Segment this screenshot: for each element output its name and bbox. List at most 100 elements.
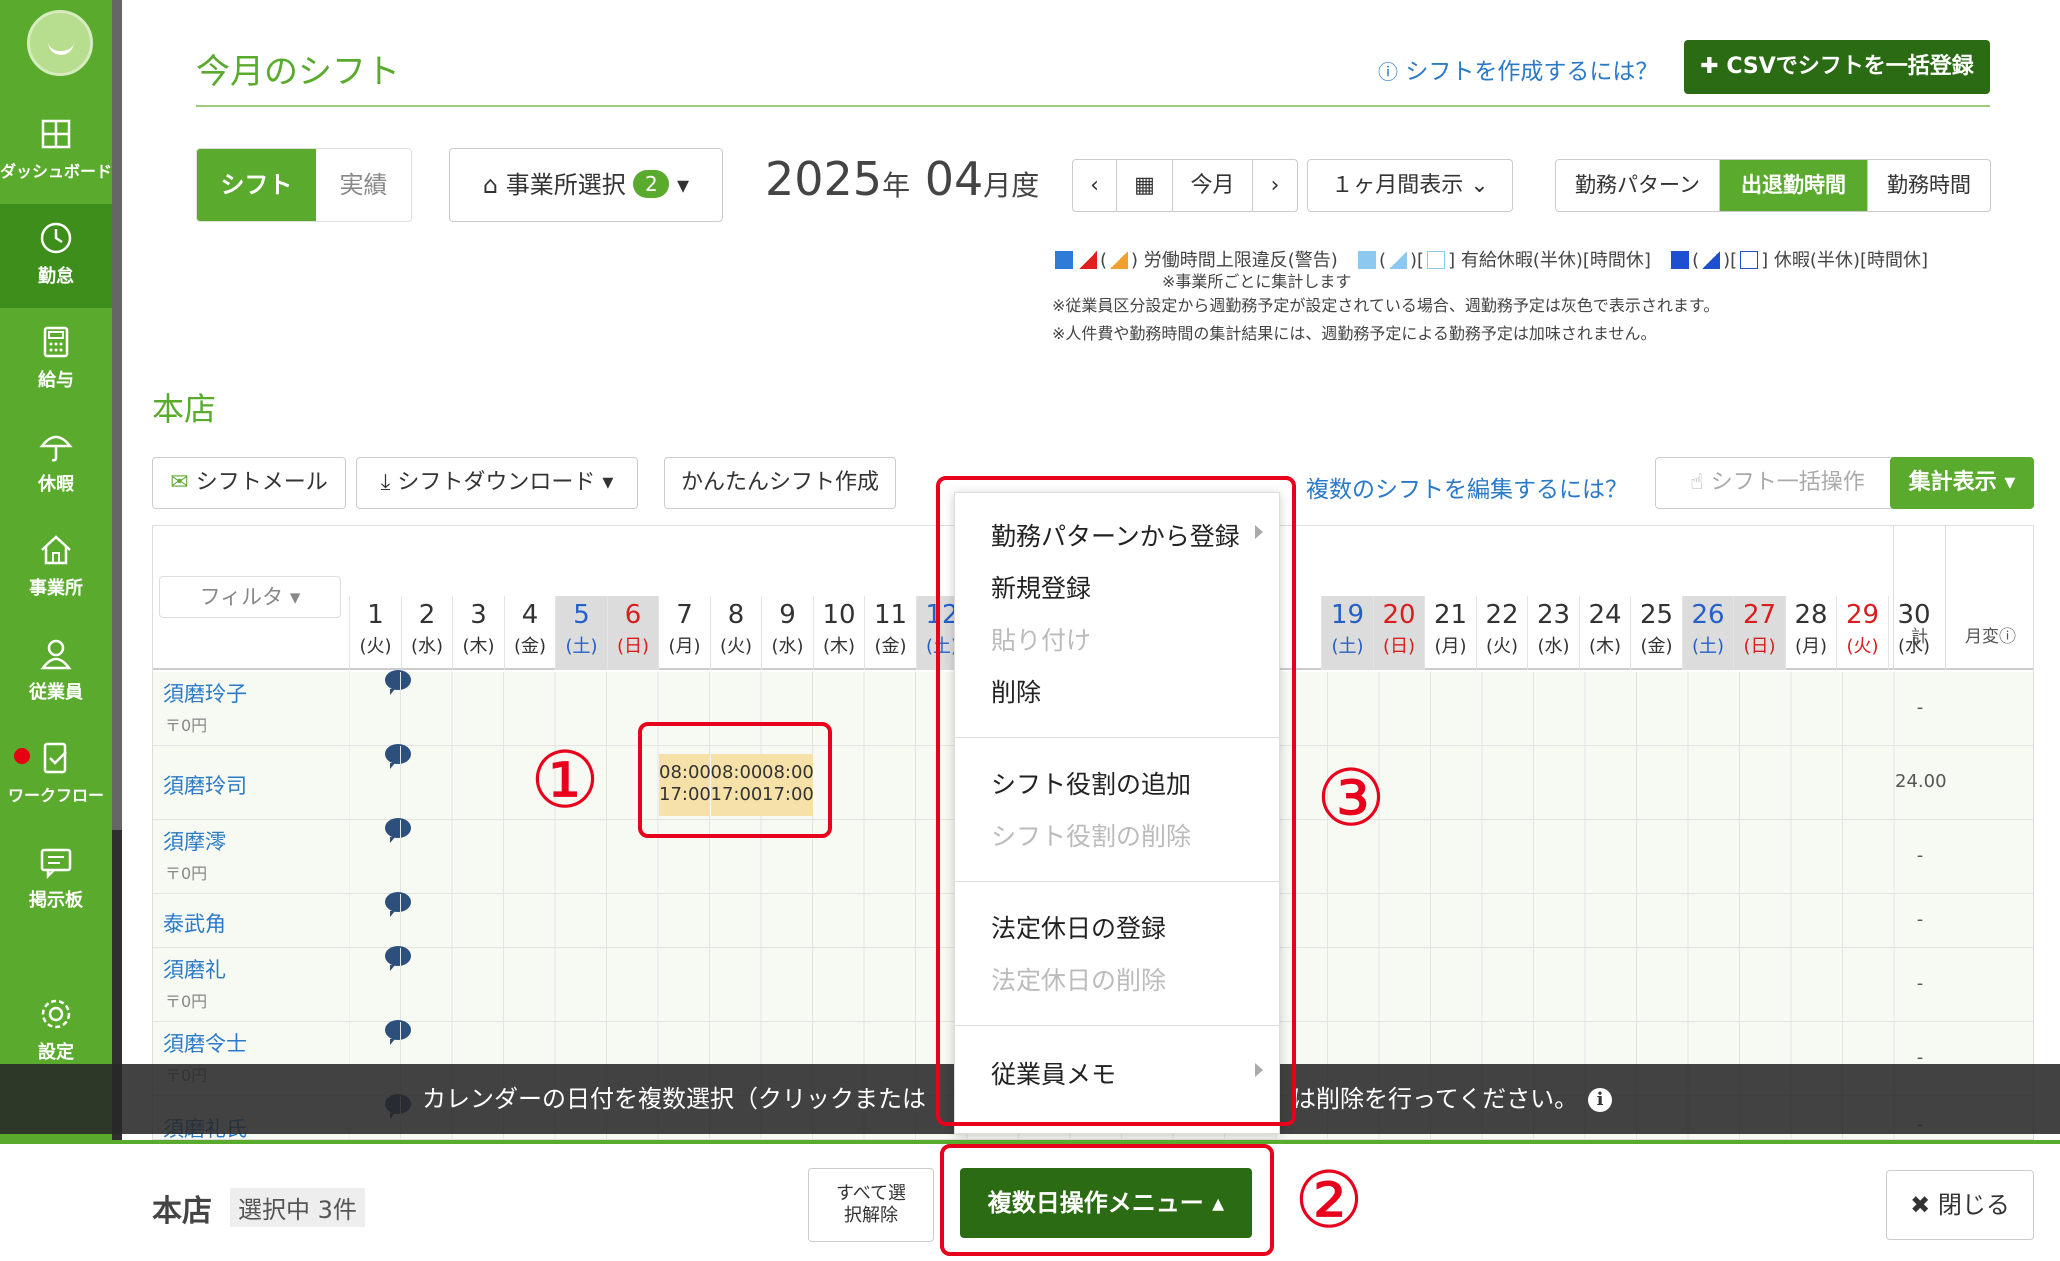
sidebar-item-payroll[interactable]: 給与 (0, 308, 112, 412)
calendar-icon[interactable]: ▦ (1117, 160, 1173, 211)
day-column-header[interactable]: 27 (日) (1733, 596, 1785, 670)
tab-actual[interactable]: 実績 (315, 149, 411, 221)
month-value: 04 (924, 152, 984, 206)
day-column-header[interactable]: 28 (月) (1784, 596, 1837, 670)
tab-shift[interactable]: シフト (197, 149, 316, 221)
tab-clock-times[interactable]: 出退勤時間 (1720, 160, 1868, 211)
day-column-header[interactable]: 7 (月) (658, 596, 710, 670)
annotation-number-2: ② (1294, 1156, 1364, 1246)
day-weekday: (日) (1743, 636, 1776, 657)
shift-download-button[interactable]: ⤓ シフトダウンロード ▾ (356, 457, 638, 509)
day-column-header[interactable]: 6 (日) (606, 596, 659, 670)
scroll-thumb[interactable] (112, 0, 122, 830)
notification-dot (14, 748, 30, 764)
close-button[interactable]: ✖ 閉じる (1886, 1170, 2034, 1240)
plus-icon: ✚ (1700, 54, 1719, 79)
day-column-header[interactable]: 10 (木) (812, 596, 865, 670)
day-column-header[interactable]: 21 (月) (1424, 596, 1476, 670)
this-month-button[interactable]: 今月 (1173, 160, 1253, 211)
day-column-header[interactable]: 25 (金) (1630, 596, 1682, 670)
sidebar-item-dashboard[interactable]: ダッシュボード (0, 100, 112, 204)
office-select-button[interactable]: ⌂ 事業所選択 2 ▾ (449, 148, 723, 222)
day-column-header[interactable]: 4 (金) (503, 596, 556, 670)
day-column-header[interactable]: 1 (火) (349, 596, 401, 670)
employee-name-link[interactable]: 泰武角 (163, 908, 226, 938)
star-icon (1055, 251, 1073, 269)
close-icon: ✖ (1910, 1191, 1931, 1219)
close-label: 閉じる (1937, 1191, 2010, 1219)
total-header-label: 計 (1911, 627, 1928, 647)
day-column-header[interactable]: 11 (金) (864, 596, 916, 670)
period-select-value: １ヶ月間表示 (1331, 173, 1464, 198)
bulk-operation-button[interactable]: ☝ シフト一括操作 (1655, 457, 1900, 509)
day-column-header[interactable]: 24 (木) (1578, 596, 1631, 670)
day-column-header[interactable]: 23 (水) (1527, 596, 1579, 670)
caret-down-icon: ▾ (602, 470, 614, 495)
sidebar-item-attendance[interactable]: 勤怠 (0, 204, 112, 308)
employee-name-link[interactable]: 須磨礼 (163, 954, 226, 984)
day-weekday: (火) (1846, 636, 1879, 657)
day-column-header[interactable]: 20 (日) (1372, 596, 1425, 670)
annotation-highlight-selected-cells (638, 722, 832, 838)
year-suffix: 年 (882, 169, 911, 202)
caret-down-icon: ▾ (2004, 470, 2016, 495)
day-weekday: (月) (1434, 636, 1467, 657)
filter-button[interactable]: フィルタ ▾ (159, 576, 341, 618)
note-labor-cost: ※人件費や勤務時間の集計結果には、週勤務予定による勤務予定は加味されません。 (1052, 324, 1657, 343)
sidebar-item-office[interactable]: 事業所 (0, 516, 112, 620)
info-icon[interactable]: ⓘ (1999, 627, 2016, 647)
multi-edit-help-link[interactable]: 複数のシフトを編集するには？ (1306, 470, 1628, 504)
hand-pointer-icon: ☝ (1690, 470, 1704, 495)
employee-name-link[interactable]: 須摩澪 (163, 826, 226, 856)
csv-import-button[interactable]: ✚ CSVでシフトを一括登録 (1684, 40, 1990, 94)
dashboard-icon (41, 119, 71, 149)
day-weekday: (土) (565, 636, 598, 657)
sidebar-item-workflow[interactable]: ワークフロー (0, 724, 112, 828)
sidebar-item-leave[interactable]: 休暇 (0, 412, 112, 516)
sidebar-item-employees[interactable]: 従業員 (0, 620, 112, 724)
employee-name-link[interactable]: 須磨玲子 (163, 678, 247, 708)
note-weekly-schedule: ※従業員区分設定から週勤務予定が設定されている場合、週勤務予定は灰色で表示されま… (1052, 296, 1720, 315)
employee-name-link[interactable]: 須磨令士 (163, 1028, 247, 1058)
prev-month-button[interactable]: ‹ (1073, 160, 1117, 211)
deselect-all-button[interactable]: すべて選択解除 (808, 1168, 934, 1242)
tab-work-hours[interactable]: 勤務時間 (1868, 160, 1990, 211)
tab-work-pattern[interactable]: 勤務パターン (1556, 160, 1720, 211)
day-column-header[interactable]: 9 (水) (761, 596, 813, 670)
day-number: 27 (1742, 600, 1777, 630)
total-column-header: 計 (1893, 526, 1945, 670)
day-number: 23 (1536, 600, 1571, 630)
sidebar-item-label: ワークフロー (7, 786, 104, 805)
day-column-header[interactable]: 29 (火) (1836, 596, 1888, 670)
app-logo[interactable] (27, 10, 93, 76)
day-number: 29 (1845, 600, 1880, 630)
easy-shift-button[interactable]: かんたんシフト作成 (664, 457, 896, 509)
office-count-badge: 2 (633, 170, 670, 198)
caret-down-icon: ▾ (289, 585, 301, 609)
selection-office: 本店 (152, 1194, 212, 1229)
banner-text-right-label: は削除を行ってください。 (1292, 1085, 1579, 1113)
day-column-header[interactable]: 26 (土) (1681, 596, 1734, 670)
bulletin-icon (40, 848, 72, 880)
period-select[interactable]: １ヶ月間表示 ⌄ (1307, 159, 1513, 212)
shift-download-label: シフトダウンロード (397, 470, 596, 495)
day-number: 5 (573, 600, 590, 630)
document-check-icon (43, 742, 67, 774)
sidebar-item-bulletin[interactable]: 掲示板 (0, 828, 112, 932)
shift-mail-button[interactable]: ✉ シフトメール (152, 457, 346, 509)
day-number: 19 (1330, 600, 1365, 630)
employee-wage: 〒0円 (165, 992, 208, 1011)
day-column-header[interactable]: 5 (土) (555, 596, 607, 670)
page-title: 今月のシフト (196, 52, 400, 92)
day-column-header[interactable]: 19 (土) (1321, 596, 1373, 670)
day-column-header[interactable]: 3 (木) (452, 596, 504, 670)
employee-name-link[interactable]: 須磨玲司 (163, 770, 247, 800)
summary-button[interactable]: 集計表示 ▾ (1890, 457, 2034, 509)
day-column-header[interactable]: 8 (火) (709, 596, 762, 670)
create-shift-help-link[interactable]: ⓘ シフトを作成するには？ (1378, 52, 1658, 86)
next-month-button[interactable]: › (1253, 160, 1297, 211)
day-column-header[interactable]: 22 (火) (1475, 596, 1528, 670)
info-icon[interactable]: i (1588, 1088, 1613, 1112)
sidebar-item-label: 従業員 (29, 682, 83, 703)
day-column-header[interactable]: 2 (水) (400, 596, 453, 670)
